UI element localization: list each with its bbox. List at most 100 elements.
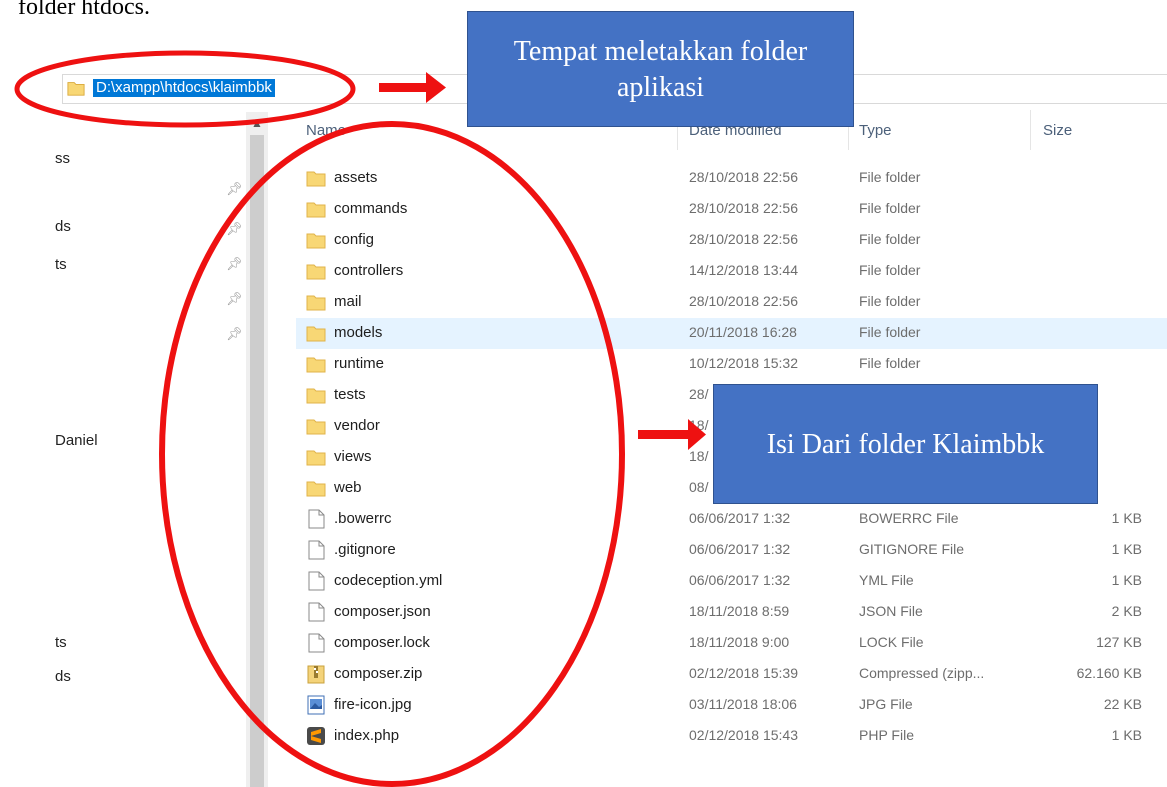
file-date-modified: 18/ bbox=[689, 448, 709, 464]
file-size: 1 KB bbox=[1111, 572, 1142, 588]
file-name: assets bbox=[334, 169, 378, 186]
file-icon bbox=[308, 540, 325, 560]
pin-icon[interactable]: 📌︎ bbox=[226, 256, 243, 272]
file-name: web bbox=[334, 479, 362, 496]
file-row[interactable]: commands 28/10/2018 22:56 File folder bbox=[296, 194, 1167, 225]
file-size: 2 KB bbox=[1111, 603, 1142, 619]
column-header-name[interactable]: Name bbox=[306, 122, 346, 139]
file-name: vendor bbox=[334, 417, 380, 434]
file-name: codeception.yml bbox=[334, 572, 443, 589]
pin-icon[interactable]: 📌︎ bbox=[226, 326, 243, 342]
folder-icon bbox=[306, 450, 326, 466]
file-name: runtime bbox=[334, 355, 385, 372]
file-name: index.php bbox=[334, 727, 400, 744]
file-date-modified: 28/10/2018 22:56 bbox=[689, 169, 798, 185]
folder-icon bbox=[306, 171, 326, 187]
file-row[interactable]: models 20/11/2018 16:28 File folder bbox=[296, 318, 1167, 349]
scroll-up-arrow-icon[interactable]: ▲ bbox=[248, 114, 266, 132]
file-date-modified: 18/11/2018 9:00 bbox=[689, 634, 790, 650]
file-name: .bowerrc bbox=[334, 510, 392, 527]
file-type: File folder bbox=[859, 200, 921, 216]
folder-icon bbox=[306, 481, 326, 497]
file-row[interactable]: controllers 14/12/2018 13:44 File folder bbox=[296, 256, 1167, 287]
file-row[interactable]: mail 28/10/2018 22:56 File folder bbox=[296, 287, 1167, 318]
callout-folder-contents: Isi Dari folder Klaimbbk bbox=[713, 384, 1098, 504]
pin-icon[interactable]: 📌︎ bbox=[226, 181, 243, 197]
nav-item[interactable]: ts bbox=[55, 256, 67, 273]
file-icon bbox=[308, 571, 325, 591]
file-name: views bbox=[334, 448, 372, 465]
file-date-modified: 03/11/2018 18:06 bbox=[689, 696, 797, 712]
file-icon bbox=[308, 602, 325, 622]
file-name: .gitignore bbox=[334, 541, 396, 558]
file-type: File folder bbox=[859, 293, 921, 309]
file-date-modified: 08/ bbox=[689, 479, 709, 495]
zip-icon bbox=[307, 665, 325, 684]
folder-icon bbox=[306, 357, 326, 373]
file-row[interactable]: assets 28/10/2018 22:56 File folder bbox=[296, 163, 1167, 194]
file-size: 1 KB bbox=[1111, 541, 1142, 557]
file-name: composer.zip bbox=[334, 665, 423, 682]
file-date-modified: 02/12/2018 15:43 bbox=[689, 727, 798, 743]
folder-icon bbox=[306, 295, 326, 311]
nav-scroll-thumb[interactable] bbox=[250, 135, 264, 787]
document-heading: folder htdocs. bbox=[18, 0, 150, 20]
nav-item[interactable]: ds bbox=[55, 218, 71, 235]
file-date-modified: 18/ bbox=[689, 417, 709, 433]
file-type: GITIGNORE File bbox=[859, 541, 965, 557]
file-date-modified: 28/ bbox=[689, 386, 709, 402]
file-icon bbox=[308, 509, 325, 529]
file-row[interactable]: .bowerrc 06/06/2017 1:32 BOWERRC File 1 KB bbox=[296, 504, 1167, 535]
column-header-size[interactable]: Size bbox=[1043, 122, 1072, 139]
file-type: JPG File bbox=[859, 696, 913, 712]
file-type: BOWERRC File bbox=[859, 510, 959, 526]
file-name: fire-icon.jpg bbox=[334, 696, 412, 713]
file-icon bbox=[308, 633, 325, 653]
file-row[interactable]: index.php 02/12/2018 15:43 PHP File 1 KB bbox=[296, 721, 1167, 752]
file-row[interactable]: .gitignore 06/06/2017 1:32 GITIGNORE File 1… bbox=[296, 535, 1167, 566]
file-size: 62.160 KB bbox=[1076, 665, 1142, 681]
nav-item[interactable]: ts bbox=[55, 634, 67, 651]
file-type: File folder bbox=[859, 324, 921, 340]
sublime-icon bbox=[307, 727, 325, 745]
file-size: 1 KB bbox=[1111, 727, 1142, 743]
folder-icon bbox=[306, 419, 326, 435]
file-date-modified: 10/12/2018 15:32 bbox=[689, 355, 798, 371]
file-type: File folder bbox=[859, 169, 921, 185]
callout-app-folder: Tempat meletakkan folder aplikasi bbox=[467, 11, 854, 127]
file-row[interactable]: codeception.yml 06/06/2017 1:32 YML File 1 … bbox=[296, 566, 1167, 597]
file-size: 127 KB bbox=[1096, 634, 1142, 650]
folder-icon bbox=[306, 388, 326, 404]
nav-item[interactable]: Daniel bbox=[55, 432, 98, 449]
file-row[interactable]: composer.json 18/11/2018 8:59 JSON File 2 K… bbox=[296, 597, 1167, 628]
file-type: YML File bbox=[859, 572, 914, 588]
file-name: composer.json bbox=[334, 603, 431, 620]
file-type: JSON File bbox=[859, 603, 923, 619]
file-name: config bbox=[334, 231, 375, 248]
file-type: PHP File bbox=[859, 727, 914, 743]
file-name: mail bbox=[334, 293, 362, 310]
folder-icon bbox=[306, 233, 326, 249]
folder-icon bbox=[306, 326, 326, 342]
file-row[interactable]: fire-icon.jpg 03/11/2018 18:06 JPG File 22 … bbox=[296, 690, 1167, 721]
file-row[interactable]: config 28/10/2018 22:56 File folder bbox=[296, 225, 1167, 256]
file-row[interactable]: composer.zip 02/12/2018 15:39 Compressed (… bbox=[296, 659, 1167, 690]
address-path[interactable]: D:\xampp\htdocs\klaimbbk bbox=[93, 79, 275, 97]
file-date-modified: 06/06/2017 1:32 bbox=[689, 510, 791, 526]
file-name: models bbox=[334, 324, 383, 341]
file-row[interactable]: composer.lock 18/11/2018 9:00 LOCK File 127… bbox=[296, 628, 1167, 659]
pin-icon[interactable]: 📌︎ bbox=[226, 221, 243, 237]
file-row[interactable]: runtime 10/12/2018 15:32 File folder bbox=[296, 349, 1167, 380]
column-header-type[interactable]: Type bbox=[859, 122, 892, 139]
column-divider[interactable] bbox=[1030, 110, 1031, 150]
file-name: composer.lock bbox=[334, 634, 430, 651]
pin-icon[interactable]: 📌︎ bbox=[226, 291, 243, 307]
file-date-modified: 06/06/2017 1:32 bbox=[689, 541, 791, 557]
image-icon bbox=[307, 695, 325, 715]
nav-item[interactable]: ds bbox=[55, 668, 71, 685]
file-name: commands bbox=[334, 200, 408, 217]
file-date-modified: 14/12/2018 13:44 bbox=[689, 262, 798, 278]
nav-item[interactable]: ss bbox=[55, 150, 70, 167]
file-type: File folder bbox=[859, 355, 921, 371]
file-date-modified: 28/10/2018 22:56 bbox=[689, 200, 798, 216]
